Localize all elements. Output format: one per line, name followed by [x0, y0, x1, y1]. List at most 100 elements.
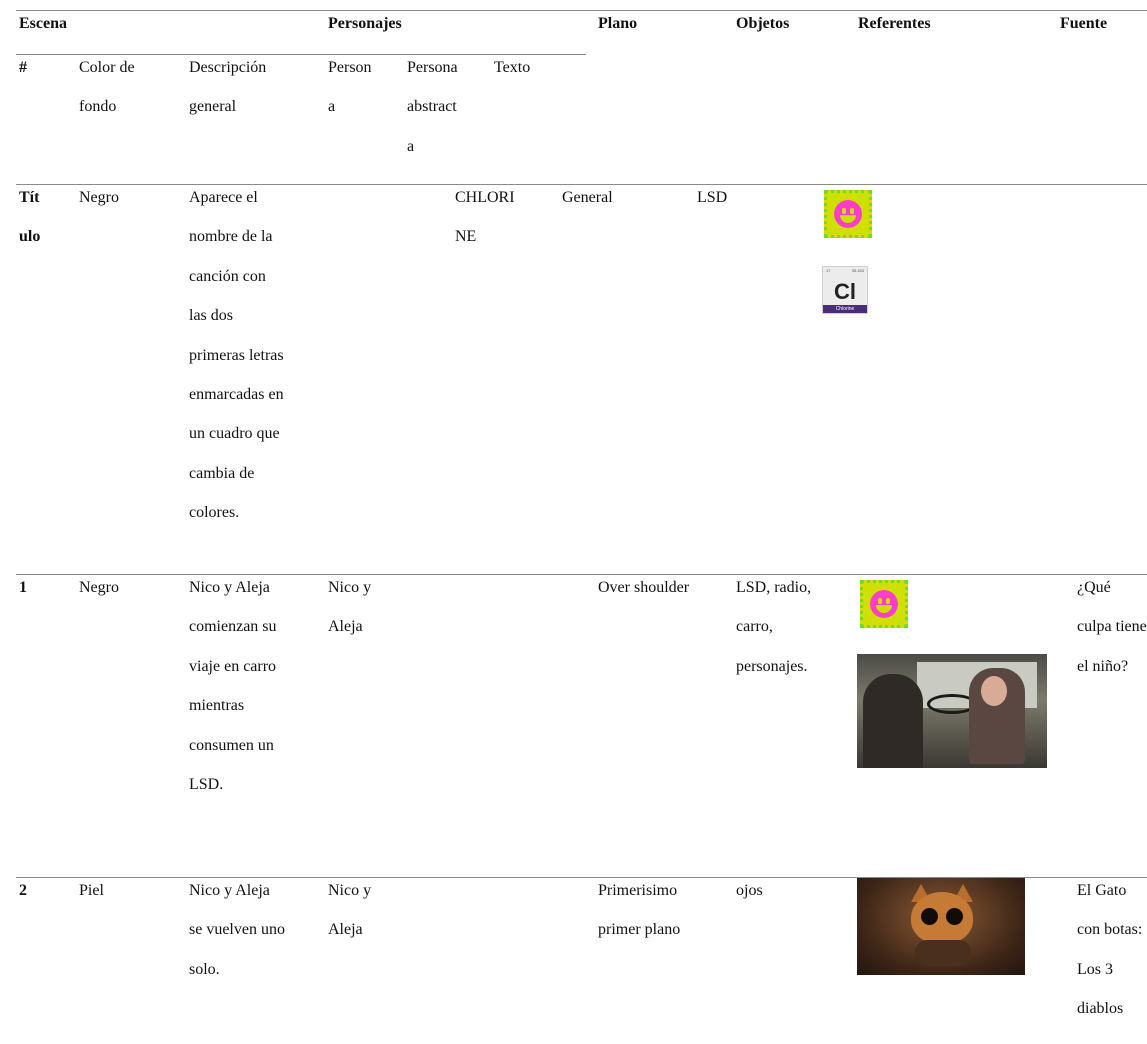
- row-1-objetos-line: LSD, radio,: [736, 579, 812, 596]
- row-1-fuente-line: el niño?: [1077, 657, 1129, 675]
- row-2-persona: Nico y Aleja: [328, 881, 371, 960]
- row-2-fuente-line: con botas:: [1077, 921, 1143, 939]
- smiley-face: [870, 590, 898, 618]
- row-1-objetos: LSD, radio, carro, personajes.: [736, 578, 811, 696]
- row-1-color: Negro: [79, 579, 119, 596]
- row-2-fuente-line: El Gato: [1077, 882, 1127, 899]
- row-1-descripcion-line: Nico y Aleja: [189, 579, 270, 596]
- smiley-mouth: [840, 215, 856, 223]
- row-titulo-descripcion-line: nombre de la: [189, 228, 273, 246]
- row-titulo-descripcion: Aparece el nombre de la canción con las …: [189, 188, 284, 543]
- subheader-persona-line: a: [328, 98, 336, 116]
- header-personajes: Personajes: [328, 15, 402, 32]
- row-titulo-descripcion-line: Aparece el: [189, 189, 258, 206]
- row-2-plano: Primerisimo primer plano: [598, 881, 680, 960]
- car-scene-photo: [857, 654, 1047, 768]
- subheader-persona-abstracta-line: abstract: [407, 98, 457, 116]
- smiley-mouth: [876, 605, 892, 613]
- subheader-color-line: Color de: [79, 59, 135, 76]
- row-1-persona-line: Aleja: [328, 618, 363, 636]
- row-1-fuente: ¿Qué culpa tiene el niño?: [1077, 578, 1147, 696]
- header-escena: Escena: [19, 15, 67, 32]
- row-2-id: 2: [19, 882, 27, 899]
- row-titulo-color: Negro: [79, 189, 119, 206]
- element-symbol: Cl: [834, 279, 856, 304]
- row-1-persona: Nico y Aleja: [328, 578, 371, 657]
- subheader-texto: Texto: [494, 59, 531, 76]
- row-titulo-objetos: LSD: [697, 189, 728, 206]
- row-2-descripcion-line: solo.: [189, 960, 220, 978]
- subheader-persona-abstracta-line: Persona: [407, 59, 458, 76]
- row-titulo-descripcion-line: enmarcadas en: [189, 385, 284, 403]
- chlorine-element-tile: 17 35.453 Cl Chlorine: [822, 266, 868, 314]
- smiley-eye: [878, 598, 882, 604]
- row-1-descripcion-line: mientras: [189, 697, 245, 715]
- row-2-persona-line: Aleja: [328, 921, 363, 939]
- smiley-eye: [842, 208, 846, 214]
- smiley-stamp-icon: [860, 580, 908, 628]
- cat-paws: [915, 940, 971, 966]
- row-2-plano-line: primer plano: [598, 921, 681, 939]
- row-titulo-descripcion-line: un cuadro que: [189, 425, 280, 443]
- top-rule: [16, 10, 1147, 11]
- subheader-persona: Person a: [328, 58, 372, 137]
- cat-eye: [946, 908, 963, 925]
- row-2-fuente: El Gato con botas: Los 3 diablos: [1077, 881, 1142, 1039]
- row-2-descripcion-line: Nico y Aleja: [189, 882, 270, 899]
- element-name: Chlorine: [823, 305, 867, 313]
- row-1-plano: Over shoulder: [598, 579, 690, 596]
- row-titulo-id: Tít ulo: [19, 188, 40, 267]
- row-2-objetos: ojos: [736, 882, 763, 899]
- header-plano: Plano: [598, 15, 638, 32]
- row-titulo-id-line: Tít: [19, 189, 40, 206]
- row-1-descripcion-line: comienzan su: [189, 618, 277, 636]
- subheader-persona-line: Person: [328, 59, 372, 76]
- row-titulo-descripcion-line: cambia de: [189, 464, 255, 482]
- smiley-face: [834, 200, 862, 228]
- row-2-fuente-line: Los 3: [1077, 960, 1113, 978]
- row-1-descripcion-line: consumen un: [189, 736, 274, 754]
- row-titulo-texto-line: CHLORI: [455, 189, 515, 206]
- row-2-plano-line: Primerisimo: [598, 882, 678, 899]
- row-2-color: Piel: [79, 882, 104, 899]
- subheader-descripcion-line: Descripción: [189, 59, 267, 76]
- smiley-stamp-icon: [824, 190, 872, 238]
- row-titulo-descripcion-line: colores.: [189, 504, 240, 522]
- row-2-descripcion: Nico y Aleja se vuelven uno solo.: [189, 881, 285, 999]
- smiley-eye: [886, 598, 890, 604]
- header-fuente: Fuente: [1060, 15, 1108, 32]
- row-titulo-id-line: ulo: [19, 228, 41, 246]
- row-1-fuente-line: ¿Qué: [1077, 579, 1111, 596]
- row-titulo-texto-line: NE: [455, 228, 477, 246]
- row-1-persona-line: Nico y: [328, 579, 372, 596]
- row-1-rule: [16, 574, 1147, 575]
- row-1-objetos-line: personajes.: [736, 657, 808, 675]
- row-1-descripcion-line: viaje en carro: [189, 657, 277, 675]
- subheader-descripcion: Descripción general: [189, 58, 266, 137]
- element-number: 17: [826, 268, 831, 273]
- row-2-descripcion-line: se vuelven uno: [189, 921, 285, 939]
- row-titulo-rule: [16, 184, 1147, 185]
- row-titulo-plano: General: [562, 189, 613, 206]
- puss-in-boots-photo: [857, 878, 1025, 975]
- element-numbers: 17 35.453: [826, 268, 864, 273]
- cat-eye: [921, 908, 938, 925]
- driver-figure: [863, 674, 923, 768]
- subheader-color: Color de fondo: [79, 58, 135, 137]
- element-mass: 35.453: [851, 268, 864, 273]
- subheader-persona-abstracta-line: a: [407, 137, 415, 155]
- row-2-fuente-line: diablos: [1077, 1000, 1124, 1018]
- row-titulo-descripcion-line: canción con: [189, 267, 266, 285]
- smiley-eye: [850, 208, 854, 214]
- row-1-objetos-line: carro,: [736, 618, 773, 636]
- passenger-face: [981, 676, 1007, 706]
- row-1-descripcion: Nico y Aleja comienzan su viaje en carro…: [189, 578, 277, 814]
- header-objetos: Objetos: [736, 15, 790, 32]
- row-2-persona-line: Nico y: [328, 882, 372, 899]
- subheader-color-line: fondo: [79, 98, 117, 116]
- subheader-persona-abstracta: Persona abstract a: [407, 58, 458, 176]
- row-titulo-descripcion-line: las dos: [189, 307, 233, 325]
- row-1-descripcion-line: LSD.: [189, 775, 224, 793]
- header-referentes: Referentes: [858, 15, 931, 32]
- subheader-num: #: [19, 59, 27, 76]
